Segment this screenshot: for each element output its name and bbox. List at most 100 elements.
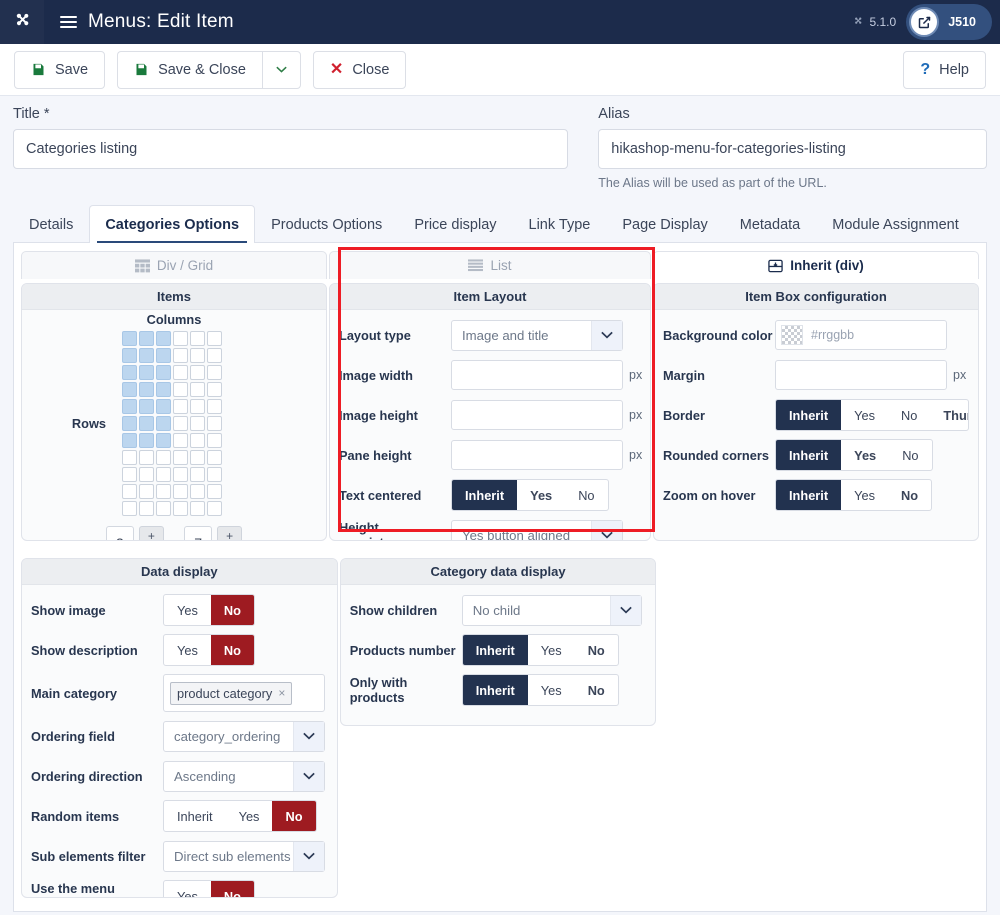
rounded-corners-option-no[interactable]: No (889, 440, 931, 470)
grid-cell[interactable] (190, 433, 206, 448)
grid-cell[interactable] (207, 484, 223, 499)
help-button[interactable]: ? Help (903, 50, 986, 89)
tab-categories-options[interactable]: Categories Options (89, 205, 256, 244)
grid-cell[interactable] (122, 433, 138, 448)
grid-cell[interactable] (139, 416, 155, 431)
zoom-on-hover-option-no[interactable]: No (888, 480, 931, 510)
text-centered-option-inherit[interactable]: Inherit (452, 480, 518, 510)
cols-count-input[interactable]: 7 (184, 526, 213, 540)
zoom-on-hover-option-inherit[interactable]: Inherit (776, 480, 842, 510)
show-description-option-no[interactable]: No (210, 635, 254, 665)
only-with-products-option-inherit[interactable]: Inherit (462, 675, 528, 705)
grid-cell[interactable] (173, 433, 189, 448)
text-centered-option-no[interactable]: No (565, 480, 607, 510)
user-menu-chip[interactable]: J510 (906, 4, 992, 40)
grid-cell[interactable] (139, 382, 155, 397)
joomla-logo-icon[interactable] (0, 0, 44, 44)
random-items-option-inherit[interactable]: Inherit (164, 801, 226, 831)
layout-type-select[interactable]: Image and title (451, 319, 623, 351)
save-options-dropdown-button[interactable] (261, 50, 301, 89)
grid-cell[interactable] (190, 365, 206, 380)
grid-cell[interactable] (173, 501, 189, 516)
grid-cell[interactable] (139, 365, 155, 380)
grid-cell[interactable] (139, 331, 155, 346)
grid-cell[interactable] (156, 416, 172, 431)
pane-height-input[interactable] (451, 440, 623, 470)
tab-details[interactable]: Details (13, 205, 89, 243)
random-items-option-no[interactable]: No (272, 801, 316, 831)
grid-cell[interactable] (122, 450, 138, 465)
rounded-corners-option-yes[interactable]: Yes (841, 440, 889, 470)
grid-cell[interactable] (190, 416, 206, 431)
tab-products-options[interactable]: Products Options (255, 205, 398, 243)
use-the-menu-name-as-title-option-yes[interactable]: Yes (164, 881, 211, 898)
main-category-tag-field[interactable]: product category × (163, 674, 325, 712)
grid-cell[interactable] (207, 382, 223, 397)
use-the-menu-name-as-title-option-no[interactable]: No (210, 881, 254, 897)
cols-increment[interactable]: + (226, 529, 233, 540)
show-image-option-no[interactable]: No (210, 595, 254, 625)
grid-cell[interactable] (207, 501, 223, 516)
border-option-inherit[interactable]: Inherit (776, 400, 842, 430)
tab-price-display[interactable]: Price display (398, 205, 512, 243)
save-button[interactable]: Save (14, 50, 106, 89)
tab-page-display[interactable]: Page Display (606, 205, 723, 243)
grid-cell[interactable] (122, 467, 138, 482)
only-with-products-option-no[interactable]: No (575, 675, 618, 705)
margin-input[interactable] (775, 360, 947, 390)
zoom-on-hover-option-yes[interactable]: Yes (841, 480, 888, 510)
grid-cell[interactable] (207, 433, 223, 448)
save-and-close-button[interactable]: Save & Close (117, 50, 262, 89)
show-children-select[interactable]: No child (461, 594, 642, 626)
grid-cell[interactable] (156, 450, 172, 465)
grid-cell[interactable] (207, 416, 223, 431)
grid-cell[interactable] (190, 467, 206, 482)
alias-input[interactable] (598, 129, 987, 169)
grid-cell[interactable] (190, 382, 206, 397)
grid-cell[interactable] (139, 348, 155, 363)
remove-tag-icon[interactable]: × (278, 686, 285, 700)
show-image-option-yes[interactable]: Yes (164, 595, 211, 625)
layout-tab-inherit-div[interactable]: Inherit (div) (653, 251, 979, 279)
grid-cell[interactable] (139, 450, 155, 465)
grid-cell[interactable] (173, 365, 189, 380)
image-width-input[interactable] (451, 360, 623, 390)
grid-cell[interactable] (190, 450, 206, 465)
grid-cell[interactable] (139, 467, 155, 482)
random-items-option-yes[interactable]: Yes (226, 801, 273, 831)
grid-cell[interactable] (190, 501, 206, 516)
rows-stepper[interactable]: + _ (138, 526, 164, 540)
rows-increment[interactable]: + (148, 529, 155, 540)
only-with-products-option-yes[interactable]: Yes (528, 675, 575, 705)
products-number-option-yes[interactable]: Yes (528, 635, 575, 665)
grid-cell[interactable] (139, 501, 155, 516)
grid-cell[interactable] (190, 348, 206, 363)
cols-stepper[interactable]: + _ (217, 526, 243, 540)
border-option-yes[interactable]: Yes (841, 400, 888, 430)
rows-count-input[interactable]: 3 (105, 526, 134, 540)
grid-cell[interactable] (122, 348, 138, 363)
grid-cell[interactable] (173, 331, 189, 346)
grid-cell[interactable] (156, 382, 172, 397)
border-option-thumbnail[interactable]: Thumbnail (930, 400, 968, 430)
grid-cell[interactable] (156, 433, 172, 448)
grid-cell[interactable] (156, 484, 172, 499)
grid-cell[interactable] (173, 399, 189, 414)
ordering-field-select[interactable]: category_ordering (163, 720, 325, 752)
grid-cell[interactable] (173, 416, 189, 431)
show-description-option-yes[interactable]: Yes (164, 635, 211, 665)
grid-cell[interactable] (173, 484, 189, 499)
products-number-option-inherit[interactable]: Inherit (462, 635, 528, 665)
grid-cell[interactable] (156, 501, 172, 516)
grid-cell[interactable] (190, 484, 206, 499)
items-size-grid[interactable] (122, 331, 223, 516)
grid-cell[interactable] (207, 331, 223, 346)
ordering-direction-select[interactable]: Ascending (163, 760, 325, 792)
image-height-input[interactable] (451, 400, 623, 430)
grid-cell[interactable] (173, 348, 189, 363)
grid-cell[interactable] (173, 467, 189, 482)
title-input[interactable] (13, 129, 569, 169)
grid-cell[interactable] (122, 331, 138, 346)
tab-metadata[interactable]: Metadata (724, 205, 816, 243)
grid-cell[interactable] (207, 365, 223, 380)
